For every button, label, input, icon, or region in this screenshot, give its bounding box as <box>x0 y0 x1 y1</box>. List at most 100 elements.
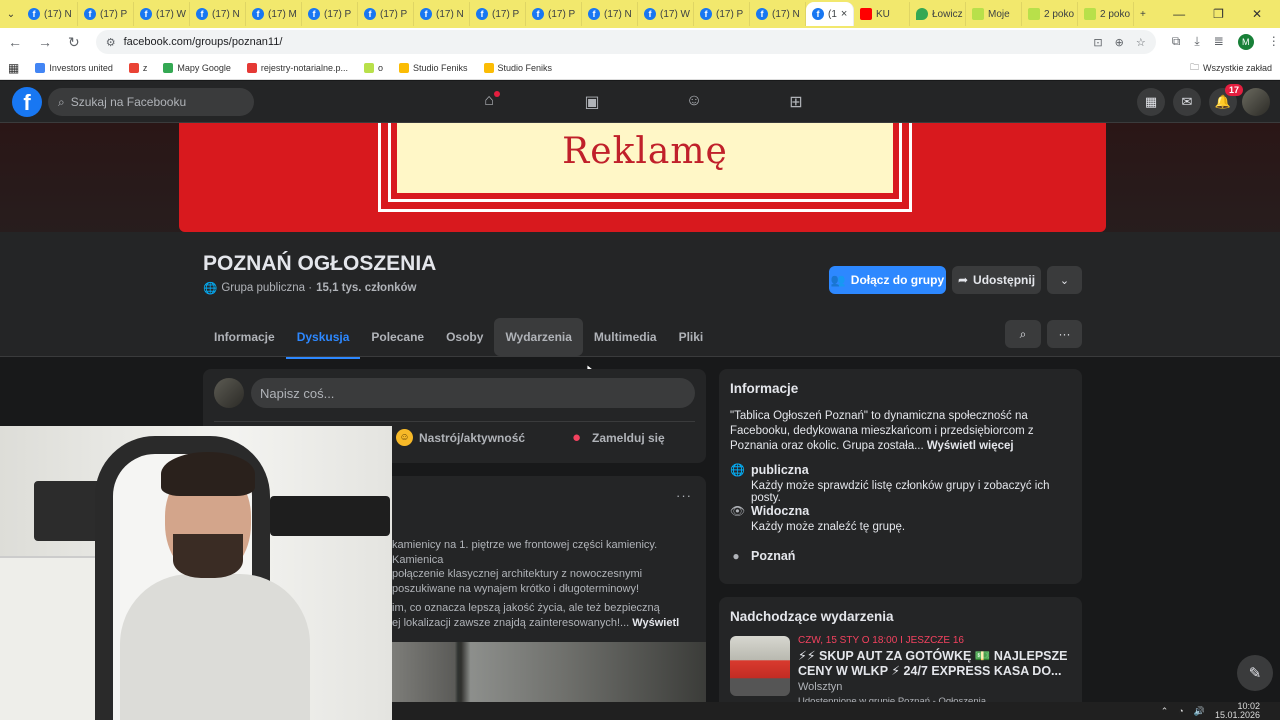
facebook-search-input[interactable]: ⌕ Szukaj na Facebooku <box>48 88 254 116</box>
new-tab-button[interactable]: + <box>1134 2 1158 26</box>
tab-polecane[interactable]: Polecane <box>360 318 435 356</box>
browser-tab[interactable]: Łowicz <box>910 2 966 26</box>
browser-tab[interactable]: f (17) P <box>302 2 358 26</box>
event-date: CZW, 15 STY O 18:00 I JESZCZE 16 <box>798 635 964 646</box>
post-options-icon[interactable]: ··· <box>676 488 692 503</box>
composer-input[interactable]: Napisz coś... <box>251 378 695 408</box>
account-avatar[interactable] <box>1242 88 1270 116</box>
bookmark-item[interactable]: Mapy Google <box>163 62 231 73</box>
browser-tab[interactable]: f (17) P <box>358 2 414 26</box>
share-button[interactable]: ➦ Udostępnij <box>952 266 1041 294</box>
minimize-icon[interactable]: — <box>1173 7 1185 21</box>
clock[interactable]: 10:02 15.01.2026 <box>1215 702 1260 720</box>
site-info-icon[interactable]: ⚙ <box>106 36 116 49</box>
chevron-down-icon[interactable]: ⌄ <box>1047 266 1082 294</box>
location-label[interactable]: Poznań <box>751 549 795 563</box>
tab-label: (17) N <box>604 8 632 20</box>
bookmark-item[interactable]: Studio Feniks <box>398 62 468 73</box>
browser-tab[interactable]: Moje <box>966 2 1022 26</box>
browser-tab[interactable]: f (17) P <box>694 2 750 26</box>
bookmark-item[interactable]: z <box>128 62 147 73</box>
tab-osoby[interactable]: Osoby <box>435 318 494 356</box>
bookmark-star-icon[interactable]: ☆ <box>1136 36 1146 49</box>
post-line: ej lokalizacji zawsze znajdą zainteresow… <box>392 616 630 629</box>
sheet-icon <box>1028 8 1040 20</box>
tab-label: (17) P <box>548 8 576 20</box>
bookmark-item[interactable]: Studio Feniks <box>483 62 552 73</box>
gaming-icon[interactable]: ⊞ <box>786 92 806 112</box>
browser-tab-strip: ⌄ f (17) N f (17) P f (17) W f (17) N f (17) M f (1… <box>0 0 1280 28</box>
zoom-icon[interactable]: ⊕ <box>1115 36 1124 49</box>
groups-icon[interactable]: ☺ <box>684 92 704 112</box>
group-members[interactable]: 15,1 tys. członków <box>316 282 416 294</box>
volume-icon[interactable]: 🔊 <box>1194 706 1205 717</box>
see-more-link[interactable]: Wyświetl <box>632 617 679 629</box>
menu-icon[interactable]: ⋮ <box>1268 34 1280 50</box>
bookmark-item[interactable]: o <box>363 62 383 73</box>
browser-tab[interactable]: 2 poko <box>1022 2 1078 26</box>
browser-tab[interactable]: f (17) N <box>582 2 638 26</box>
restore-icon[interactable]: ❐ <box>1213 7 1224 21</box>
location-pin-icon: ● <box>572 429 582 446</box>
event-name[interactable]: ⚡⚡ SKUP AUT ZA GOTÓWKĘ 💵 NAJLEPSZE CENY … <box>798 649 1073 679</box>
privacy-desc: Każdy może sprawdzić listę członków grup… <box>751 480 1050 504</box>
tab-label: KU <box>876 8 890 20</box>
reload-icon[interactable]: ↻ <box>68 34 80 51</box>
bookmark-item[interactable]: Investors united <box>35 62 113 73</box>
tab-informacje[interactable]: Informacje <box>203 318 286 356</box>
bookmark-icon <box>163 62 174 73</box>
tab-wydarzenia[interactable]: Wydarzenia <box>494 318 583 356</box>
browser-tab[interactable]: f (17) N <box>414 2 470 26</box>
join-group-button[interactable]: 👥 Dołącz do grupy <box>829 266 946 294</box>
browser-tab[interactable]: f (17) P <box>526 2 582 26</box>
video-icon[interactable]: ▣ <box>582 92 602 112</box>
webcam-person-body <box>120 574 310 720</box>
tab-active[interactable]: f (1 × <box>806 2 854 26</box>
notifications-icon[interactable]: 🔔 17 <box>1209 84 1243 116</box>
bookmark-list: Investors united z Mapy Google rejestry-not… <box>35 62 552 73</box>
back-icon[interactable]: ← <box>8 34 22 50</box>
tab-search-chevron-icon[interactable]: ⌄ <box>0 3 22 25</box>
tab-pliki[interactable]: Pliki <box>668 318 715 356</box>
home-icon[interactable]: ⌂ <box>479 91 500 112</box>
facebook-logo[interactable]: f <box>12 87 42 117</box>
extensions-icon[interactable]: ⧉ <box>1172 34 1181 50</box>
browser-tab[interactable]: f (17) N <box>22 2 78 26</box>
event-image[interactable] <box>730 636 790 696</box>
forward-icon[interactable]: → <box>38 34 52 50</box>
group-cover-photo[interactable]: Reklamę <box>179 123 1106 232</box>
bookmark-item[interactable]: rejestry-notarialne.p... <box>246 62 348 73</box>
browser-tab[interactable]: KU <box>854 2 910 26</box>
all-bookmarks[interactable]: 🗀 Wszystkie zakład <box>1190 60 1272 76</box>
browser-tab[interactable]: f (17) W <box>134 2 190 26</box>
feeling-activity-button[interactable]: ☺ Nastrój/aktywność <box>396 429 525 446</box>
address-bar-row: ← → ↻ ⚙ facebook.com/groups/poznan11/ ⊡ … <box>0 28 1280 56</box>
install-icon[interactable]: ⊡ <box>1093 36 1102 49</box>
checkin-button[interactable]: ● Zamelduj się <box>572 429 665 446</box>
close-tab-icon[interactable]: × <box>841 8 847 20</box>
browser-tab[interactable]: f (17) N <box>750 2 806 26</box>
browser-tab[interactable]: f (17) P <box>78 2 134 26</box>
browser-tab[interactable]: f (17) P <box>470 2 526 26</box>
wifi-icon[interactable]: ◔ <box>1178 706 1183 716</box>
tray-chevron-icon[interactable]: ⌃ <box>1161 706 1169 717</box>
browser-tab[interactable]: f (17) M <box>246 2 302 26</box>
more-options-icon[interactable]: ··· <box>1047 320 1082 348</box>
reading-list-icon[interactable]: ≣ <box>1214 34 1224 50</box>
tab-dyskusja[interactable]: Dyskusja <box>285 318 361 359</box>
apps-icon[interactable]: ▦ <box>8 61 19 75</box>
browser-tab[interactable]: f (17) N <box>190 2 246 26</box>
browser-tab[interactable]: f (17) W <box>638 2 694 26</box>
profile-avatar[interactable]: M <box>1237 34 1254 50</box>
close-window-icon[interactable]: ✕ <box>1252 7 1262 21</box>
url-field[interactable]: ⚙ facebook.com/groups/poznan11/ ⊡ ⊕ ☆ <box>95 30 1156 54</box>
group-search-icon[interactable]: ⌕ <box>1005 320 1041 348</box>
browser-tab[interactable]: 2 poko <box>1078 2 1134 26</box>
see-more-link[interactable]: Wyświetl więcej <box>927 440 1014 452</box>
messenger-icon[interactable]: ✉ <box>1173 88 1201 116</box>
checkin-label: Zamelduj się <box>592 430 665 445</box>
menu-grid-icon[interactable]: ▦ <box>1137 88 1165 116</box>
new-message-icon[interactable]: ✎ <box>1237 655 1273 691</box>
tab-multimedia[interactable]: Multimedia <box>583 318 668 356</box>
download-icon[interactable]: ⤓ <box>1194 34 1199 50</box>
